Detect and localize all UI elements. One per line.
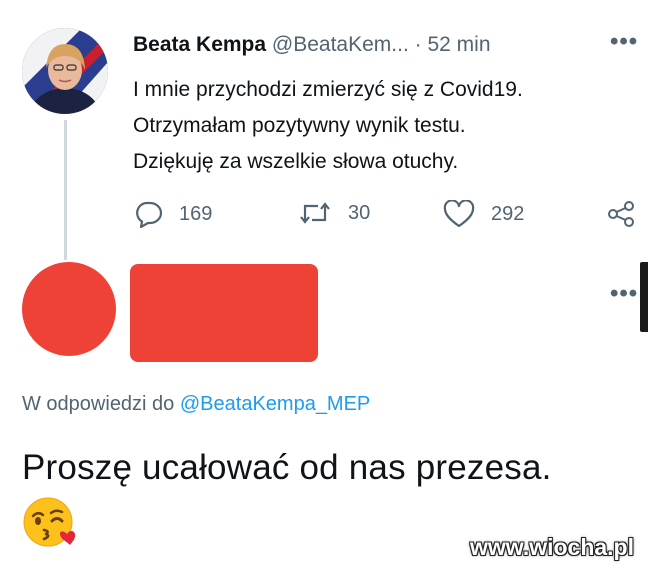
retweet-action[interactable]: 30 [298, 200, 370, 226]
tweet-header: Beata Kempa @BeataKem... · 52 min [133, 33, 491, 57]
tweet-line: Dziękuję za wszelkie słowa otuchy. [133, 150, 459, 173]
reply-author-redaction-block [130, 264, 318, 362]
reply-text: Proszę ucałować od nas prezesa. [22, 448, 552, 487]
like-count: 292 [491, 202, 525, 225]
thread-connector-line [64, 120, 67, 260]
author-avatar[interactable] [22, 28, 108, 114]
tweet-line: Otrzymałam pozytywny wynik testu. [133, 114, 466, 137]
author-name[interactable]: Beata Kempa [133, 33, 266, 56]
like-action[interactable]: 292 [443, 200, 524, 228]
retweet-count: 30 [348, 201, 371, 224]
header-separator: · [414, 33, 422, 56]
tweet-more-menu-icon[interactable]: ••• [610, 28, 638, 56]
heart-icon [443, 200, 475, 228]
reply-more-menu-icon[interactable]: ••• [610, 280, 638, 308]
reply-to-mention-link[interactable]: @BeataKempa_MEP [180, 393, 370, 415]
reply-author-avatar-redacted [22, 262, 116, 356]
face-throwing-kiss-emoji-icon [22, 494, 76, 548]
reply-action[interactable]: 169 [133, 200, 212, 228]
reply-bubble-icon [136, 201, 163, 228]
author-handle[interactable]: @BeataKem... [272, 33, 409, 56]
share-action[interactable] [606, 200, 636, 228]
tweet-time[interactable]: 52 min [427, 33, 490, 56]
reply-to-prefix: W odpowiedzi do [22, 393, 175, 415]
share-icon [608, 201, 634, 227]
reply-context: W odpowiedzi do @BeataKempa_MEP [22, 393, 370, 416]
retweet-icon [300, 202, 330, 224]
edge-scroll-tab [640, 262, 648, 332]
tweet-line: I mnie przychodzi zmierzyć się z Covid19… [133, 78, 523, 101]
watermark: www.wiocha.pl [470, 534, 634, 560]
tweet-body: I mnie przychodzi zmierzyć się z Covid19… [133, 72, 523, 180]
reply-count: 169 [179, 202, 213, 225]
